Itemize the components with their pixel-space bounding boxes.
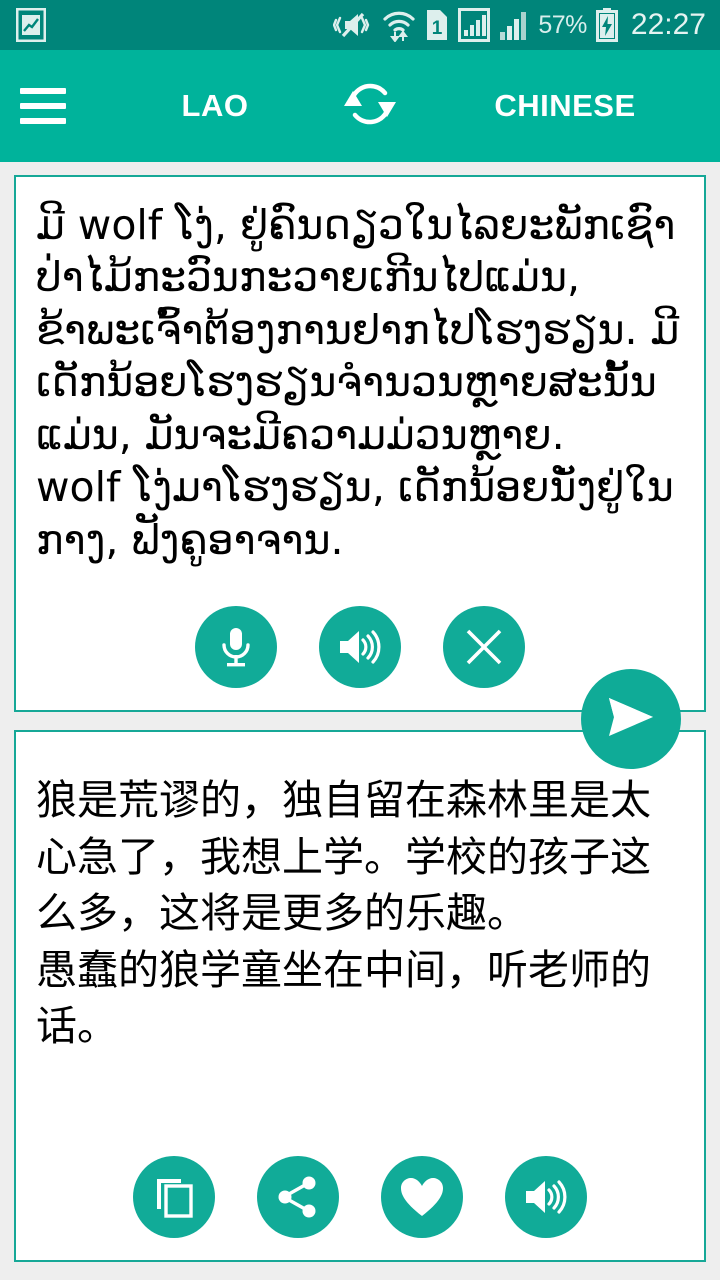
microphone-button[interactable] bbox=[195, 606, 277, 688]
swap-languages-button[interactable] bbox=[332, 71, 408, 141]
status-bar: 1 57% 22:27 bbox=[0, 0, 720, 50]
battery-charging-icon bbox=[595, 8, 618, 42]
share-icon bbox=[276, 1175, 320, 1219]
status-bar-left-icons bbox=[16, 8, 46, 42]
speaker-icon bbox=[337, 626, 383, 668]
source-language-selector[interactable]: LAO bbox=[120, 88, 310, 124]
clear-text-button[interactable] bbox=[443, 606, 525, 688]
translate-send-button[interactable] bbox=[581, 669, 681, 769]
wifi-transfer-icon bbox=[382, 8, 416, 42]
microphone-icon bbox=[216, 625, 256, 669]
copy-icon bbox=[153, 1175, 195, 1219]
close-x-icon bbox=[463, 626, 505, 668]
speaker-icon bbox=[523, 1176, 569, 1218]
source-text-input[interactable]: ມີ wolf ໂງ່, ຢູ່ຄົນດຽວໃນໄລຍະພັກເຊົາປ່າໄມ… bbox=[16, 177, 704, 566]
speak-source-button[interactable] bbox=[319, 606, 401, 688]
target-language-selector[interactable]: CHINESE bbox=[430, 88, 700, 124]
swap-languages-icon bbox=[337, 73, 403, 140]
translation-result-card: 狼是荒谬的，独自留在森林里是太心急了，我想上学。学校的孩子这么多，这将是更多的乐… bbox=[14, 730, 706, 1262]
share-translation-button[interactable] bbox=[257, 1156, 339, 1238]
app-toolbar: LAO CHINESE bbox=[0, 50, 720, 162]
battery-percent-label: 57% bbox=[538, 10, 587, 39]
hamburger-menu-icon[interactable] bbox=[20, 88, 66, 124]
speak-translation-button[interactable] bbox=[505, 1156, 587, 1238]
hamburger-bar bbox=[20, 103, 66, 109]
clock-label: 22:27 bbox=[630, 8, 706, 41]
heart-icon bbox=[399, 1176, 445, 1218]
hamburger-bar bbox=[20, 88, 66, 94]
favorite-translation-button[interactable] bbox=[381, 1156, 463, 1238]
status-bar-right-icons: 1 57% 22:27 bbox=[333, 8, 706, 42]
translation-action-bar bbox=[16, 1156, 704, 1238]
copy-translation-button[interactable] bbox=[133, 1156, 215, 1238]
translated-text: 狼是荒谬的，独自留在森林里是太心急了，我想上学。学校的孩子这么多，这将是更多的乐… bbox=[36, 776, 651, 1051]
source-text-card: ມີ wolf ໂງ່, ຢູ່ຄົນດຽວໃນໄລຍະພັກເຊົາປ່າໄມ… bbox=[14, 175, 706, 712]
send-paper-plane-icon bbox=[603, 692, 659, 747]
source-action-bar bbox=[16, 606, 704, 688]
sim-number-label: 1 bbox=[432, 18, 443, 39]
signal-bars-sim2-icon bbox=[499, 8, 529, 42]
sim-1-icon: 1 bbox=[425, 8, 449, 42]
vibrate-mute-icon bbox=[333, 8, 373, 42]
signal-bars-sim1-icon bbox=[458, 8, 491, 42]
hamburger-bar bbox=[20, 118, 66, 124]
translator-app-screen: 1 57% 22:27 LAO CHINESE ມີ wolf ໂງ່, ຢູ່… bbox=[0, 0, 720, 1280]
screenshot-icon bbox=[16, 8, 46, 42]
